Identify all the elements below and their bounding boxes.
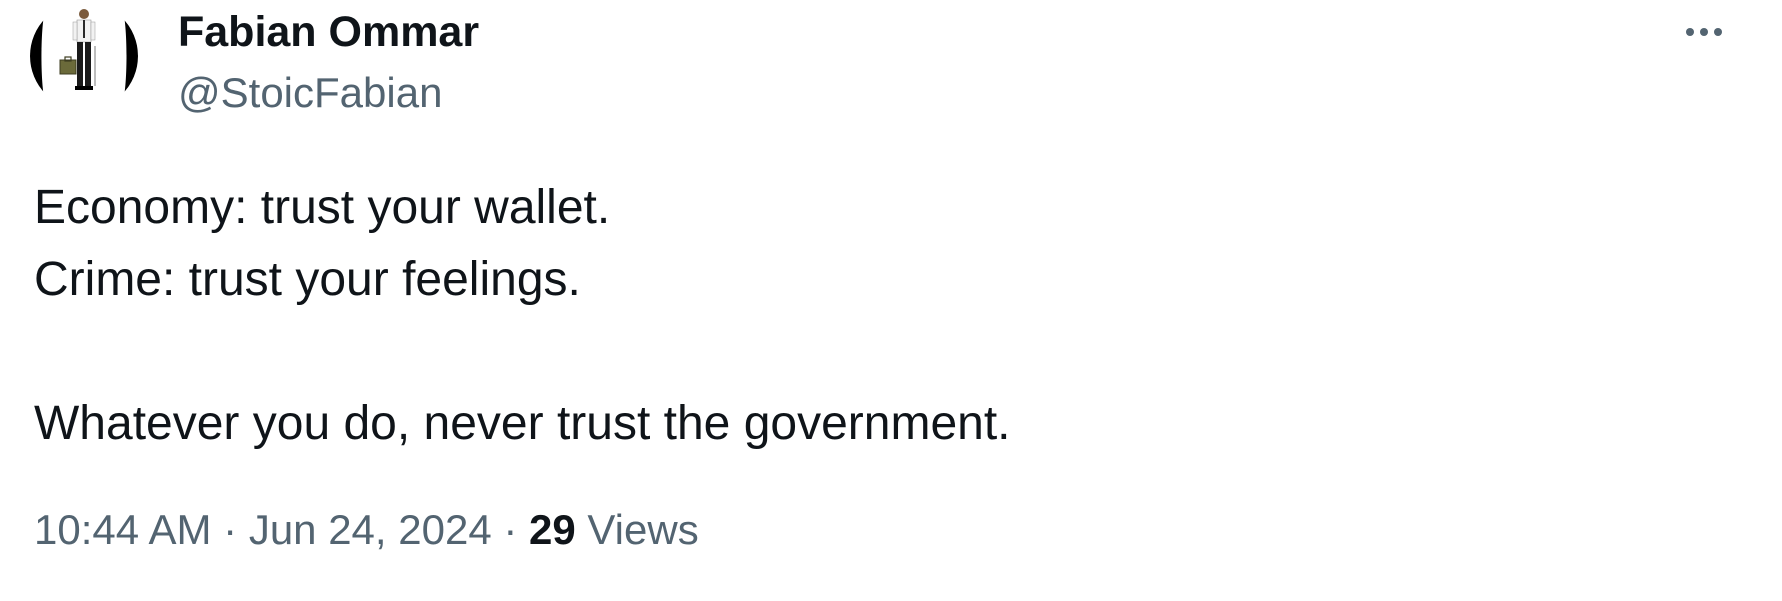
views-count: 29 (529, 506, 576, 553)
avatar-image (30, 2, 138, 110)
more-options-button[interactable] (1676, 12, 1732, 52)
avatar[interactable] (30, 2, 138, 110)
tweet: Fabian Ommar @StoicFabian Economy: trust… (0, 0, 1782, 601)
author-display-name[interactable]: Fabian Ommar (178, 6, 479, 58)
tweet-text-line: Whatever you do, never trust the governm… (34, 397, 1011, 450)
tweet-timestamp-link[interactable]: 10:44 AM · Jun 24, 2024 (34, 506, 492, 553)
more-horizontal-icon (1686, 28, 1722, 36)
author-info: Fabian Ommar @StoicFabian (178, 6, 479, 120)
tweet-meta: 10:44 AM · Jun 24, 2024 · 29 Views (34, 500, 699, 560)
meta-separator: · (223, 506, 238, 553)
tweet-time: 10:44 AM (34, 506, 212, 553)
meta-separator: · (503, 506, 518, 553)
tweet-text-line: Economy: trust your wallet. (34, 181, 611, 234)
tweet-text-line (34, 316, 1634, 388)
tweet-date: Jun 24, 2024 (248, 506, 492, 553)
tweet-text: Economy: trust your wallet. Crime: trust… (34, 172, 1634, 460)
author-handle[interactable]: @StoicFabian (178, 66, 479, 120)
views-label: Views (587, 506, 699, 553)
tweet-views-link[interactable]: 29 Views (529, 506, 699, 553)
tweet-text-line: Crime: trust your feelings. (34, 253, 581, 306)
